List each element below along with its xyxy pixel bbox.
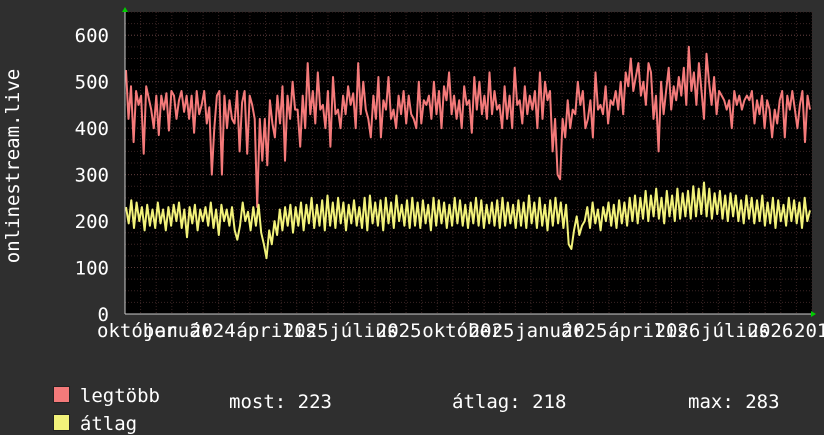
legend-avg: átlag (30, 391, 137, 435)
x-tick-label: 2025 (562, 320, 608, 342)
y-tick-label: 100 (75, 258, 109, 280)
y-tick-label: 200 (75, 211, 109, 233)
y-tick-label: 400 (75, 118, 109, 140)
x-tick-label: 201 (794, 320, 824, 342)
y-axis-label: onlinestream.live (2, 69, 24, 263)
stat-now: most: 223 (229, 391, 332, 413)
legend-avg-label: átlag (79, 413, 138, 435)
stat-avg: átlag: 218 (452, 391, 567, 413)
x-tick-label: 2025 (469, 320, 515, 342)
y-tick-label: 500 (75, 72, 109, 94)
x-axis-arrow (811, 311, 816, 317)
x-tick-label: 2026 (655, 320, 701, 342)
x-tick-label: 2025 (283, 320, 329, 342)
x-tick-label: 2025 (376, 320, 422, 342)
stat-max: max: 283 (688, 391, 780, 413)
y-tick-label: 300 (75, 165, 109, 187)
x-tick-label: 2026 (748, 320, 794, 342)
legend-avg-swatch (52, 414, 70, 431)
y-axis-arrow (122, 7, 128, 12)
x-tick-label: 2024 (190, 320, 236, 342)
y-tick-label: 600 (75, 25, 109, 47)
